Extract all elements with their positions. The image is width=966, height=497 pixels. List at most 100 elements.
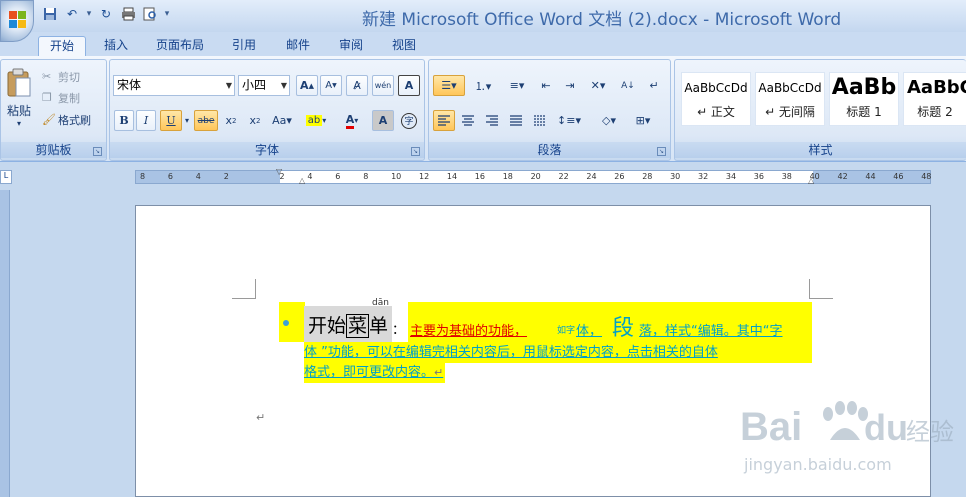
tab-home[interactable]: 开始	[38, 36, 86, 56]
paste-button[interactable]: 粘贴 ▾	[4, 64, 34, 132]
horizontal-ruler[interactable]: ▽ △ △ 8 6 4 2 2 4 6 8 10 12 14 16 18 20 22 24 26 28 30 32 34…	[135, 167, 932, 185]
print-preview-icon[interactable]	[140, 5, 160, 23]
ruler-number: 24	[586, 172, 597, 181]
ruler-number: 40	[809, 172, 820, 181]
phonetic-guide-text: dān	[372, 298, 389, 308]
ruler-number: 8	[363, 172, 369, 181]
font-launcher-icon[interactable]: ↘	[411, 147, 420, 156]
style-heading-2[interactable]: AaBbC 标题 2	[903, 72, 966, 126]
tab-review[interactable]: 审阅	[331, 36, 371, 56]
bold-icon[interactable]: B	[114, 110, 134, 131]
ruler-number: 22	[558, 172, 569, 181]
ruler-number: 26	[614, 172, 625, 181]
tab-references[interactable]: 引用	[224, 36, 264, 56]
ruler-number: 2	[279, 172, 285, 181]
cut-button[interactable]: ✂ 剪切	[41, 66, 103, 87]
margin-corner-mark	[232, 279, 256, 299]
shrink-font-icon[interactable]: A ▼	[320, 75, 342, 96]
format-painter-button[interactable]: 🖌 格式刷	[41, 109, 105, 130]
paragraph-launcher-icon[interactable]: ↘	[657, 147, 666, 156]
tab-page-layout[interactable]: 页面布局	[148, 36, 212, 56]
chevron-down-icon: ▼	[280, 81, 287, 90]
ruler-number: 46	[893, 172, 904, 181]
ruler-number: 10	[391, 172, 402, 181]
clipboard-launcher-icon[interactable]: ↘	[93, 147, 102, 156]
align-center-icon[interactable]	[457, 110, 479, 131]
font-name-combo[interactable]: 宋体 ▼	[113, 75, 235, 96]
character-shading-icon[interactable]: A	[372, 110, 394, 131]
style-heading-1[interactable]: AaBb 标题 1	[829, 72, 899, 126]
line3-text: 格式，即可更改内容。	[304, 365, 435, 380]
paragraph-line-1: 开始菜单 dān ： 主要为基础的功能， 如字 体， 段 落，样式“编辑。其中“…	[304, 298, 812, 342]
numbering-icon[interactable]: ⒈▾	[467, 75, 499, 96]
highlight-color-icon[interactable]: ab ▾	[300, 110, 332, 131]
distributed-icon[interactable]	[529, 110, 551, 131]
red-text: 主要为基础的功能，	[410, 324, 528, 339]
style-heading-1-sample: AaBb	[831, 75, 897, 100]
customize-qat-icon[interactable]: ▾	[162, 9, 172, 19]
strikethrough-icon[interactable]: abe	[194, 110, 218, 131]
ruler-number: 8	[140, 172, 146, 181]
paste-dropdown-icon: ▾	[16, 119, 21, 128]
grow-font-icon[interactable]: A ▲	[296, 75, 318, 96]
shading-icon[interactable]: ◇▾	[593, 110, 625, 131]
ruler-area: L ▽ △ △ 8 6 4 2 2 4 6 8 10 12 14 16 18 20 22 24 26 28 30 32…	[0, 162, 966, 190]
line-spacing-icon[interactable]: ↕≡▾	[553, 110, 585, 131]
bullet-icon	[283, 320, 289, 326]
clipboard-group: 粘贴 ▾ ✂ 剪切 ❐ 复制 🖌 格式刷 剪贴板 ↘	[0, 59, 107, 161]
clear-formatting-icon[interactable]: A̷	[346, 75, 368, 96]
change-case-icon[interactable]: Aa▾	[268, 110, 296, 131]
ruler-number: 32	[698, 172, 709, 181]
copy-button[interactable]: ❐ 复制	[41, 87, 103, 108]
borders-icon[interactable]: ⊞▾	[627, 110, 659, 131]
style-heading-2-name: 标题 2	[917, 105, 953, 119]
style-normal[interactable]: AaBbCcDd ↵ 正文	[681, 72, 751, 126]
vertical-ruler[interactable]	[0, 190, 10, 497]
hanging-indent-marker-icon[interactable]: △	[299, 176, 305, 185]
style-no-spacing[interactable]: AaBbCcDd ↵ 无间隔	[755, 72, 825, 126]
redo-icon[interactable]: ↻	[96, 5, 116, 23]
ruler-number: 48	[921, 172, 932, 181]
ruler-number: 18	[502, 172, 513, 181]
tab-view[interactable]: 视图	[384, 36, 424, 56]
underline-icon[interactable]: U	[160, 110, 182, 131]
align-right-icon[interactable]	[481, 110, 503, 131]
undo-icon[interactable]: ↶	[62, 5, 82, 23]
paste-label: 粘贴	[6, 104, 31, 118]
font-color-icon[interactable]: A ▾	[336, 110, 368, 131]
underline-dropdown-icon[interactable]: ▾	[182, 110, 192, 131]
save-icon[interactable]	[40, 5, 60, 23]
svg-text:经验: 经验	[906, 418, 954, 446]
quick-access-toolbar: ↶ ▾ ↻ ▾	[40, 4, 172, 24]
superscript-icon[interactable]: x2	[244, 110, 266, 131]
align-left-icon[interactable]	[433, 110, 455, 131]
cut-label: 剪切	[58, 70, 80, 84]
character-border-icon[interactable]: A	[398, 75, 420, 96]
show-hide-marks-icon[interactable]: ↵	[643, 75, 665, 96]
tab-insert[interactable]: 插入	[96, 36, 136, 56]
copy-icon: ❐	[42, 91, 52, 104]
font-size-value: 小四	[242, 78, 267, 92]
font-size-combo[interactable]: 小四 ▼	[238, 75, 290, 96]
justify-icon[interactable]	[505, 110, 527, 131]
phonetic-guide-icon[interactable]: wén	[372, 75, 394, 96]
undo-dropdown-icon[interactable]: ▾	[84, 9, 94, 19]
tab-mailings[interactable]: 邮件	[278, 36, 318, 56]
bullets-icon[interactable]: ☰▾	[433, 75, 465, 96]
tab-selector-icon[interactable]: L	[0, 170, 12, 184]
multilevel-list-icon[interactable]: ≡▾	[501, 75, 533, 96]
italic-icon[interactable]: I	[136, 110, 156, 131]
sort-icon[interactable]: A↓	[617, 75, 639, 96]
window-title: 新建 Microsoft Office Word 文档 (2).docx - M…	[362, 10, 842, 30]
style-no-spacing-name: ↵ 无间隔	[765, 105, 815, 119]
clipboard-group-label: 剪贴板	[1, 142, 106, 158]
ruler-number: 36	[753, 172, 764, 181]
print-icon[interactable]	[118, 5, 138, 23]
subscript-icon[interactable]: x2	[220, 110, 242, 131]
increase-indent-icon[interactable]: ⇥	[559, 75, 581, 96]
enclose-characters-icon[interactable]: 字	[398, 110, 420, 131]
watermark-url: jingyan.baidu.com	[743, 455, 892, 474]
line1-rest-text: 落，样式“编辑。其中“字	[639, 324, 783, 339]
chinese-layout-icon[interactable]: ✕▾	[583, 75, 613, 96]
decrease-indent-icon[interactable]: ⇤	[535, 75, 557, 96]
